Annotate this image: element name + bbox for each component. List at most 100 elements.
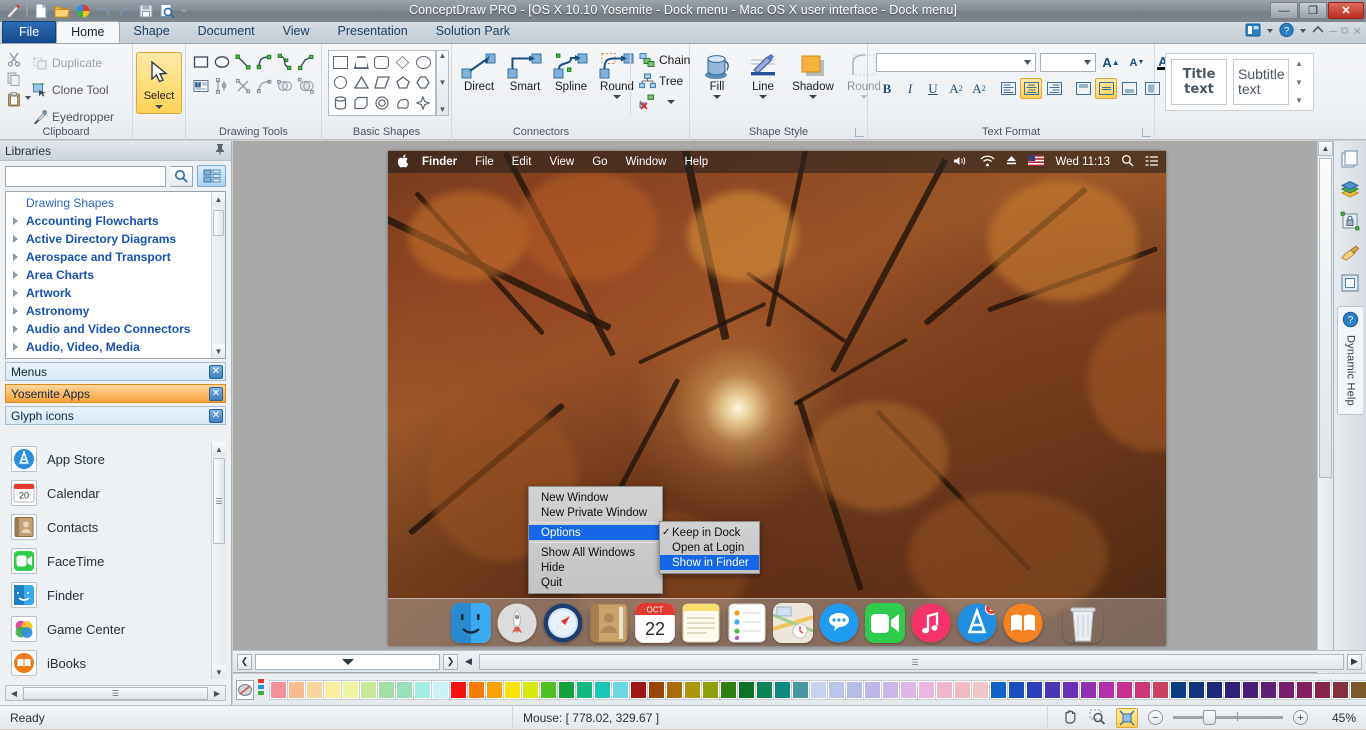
fill-button[interactable]: Fill — [698, 51, 736, 99]
menu-item-new-private-window[interactable]: New Private Window — [529, 505, 662, 520]
close-icon[interactable]: ✕ — [209, 365, 223, 379]
tree-item-accounting-flowcharts[interactable]: Accounting Flowcharts — [6, 212, 211, 230]
prev-page-icon[interactable]: ❮ — [237, 654, 252, 670]
canvas-vertical-scrollbar[interactable]: ▲ ▼ — [1317, 141, 1333, 689]
color-swatch[interactable] — [1224, 681, 1241, 699]
page-scroll-right-icon[interactable]: ▶ — [1347, 654, 1362, 670]
color-swatch[interactable] — [630, 681, 647, 699]
open-folder-icon[interactable] — [53, 2, 71, 20]
ribbon-tab-strip[interactable]: File Home Shape Document View Presentati… — [0, 22, 1366, 44]
page-tab-bar[interactable]: ❮ ❯ ◀ ☰ ▶ — [233, 650, 1366, 672]
mac-menu-bar[interactable]: Finder File Edit View Go Window Help — [388, 151, 1166, 173]
color-swatch[interactable] — [522, 681, 539, 699]
color-swatch[interactable] — [684, 681, 701, 699]
shape-cylinder[interactable] — [331, 94, 351, 113]
text-tool-icon[interactable]: T — [192, 77, 208, 93]
dock-maps-icon[interactable] — [773, 603, 813, 643]
libraries-tree[interactable]: Drawing Shapes Accounting Flowcharts Act… — [5, 191, 226, 359]
color-swatch[interactable] — [666, 681, 683, 699]
shape-list-scrollbar[interactable]: ▲ ☰ ▼ — [211, 442, 226, 679]
color-swatch[interactable] — [468, 681, 485, 699]
color-swatch[interactable] — [1242, 681, 1259, 699]
valign-bottom-icon[interactable] — [1118, 78, 1140, 99]
shadow-dropdown-icon[interactable] — [809, 95, 817, 99]
color-swatch[interactable] — [1278, 681, 1295, 699]
libraries-tree-scrollbar[interactable]: ▲ ▼ — [211, 192, 225, 358]
page-horizontal-scroll[interactable]: ☰ — [479, 654, 1344, 670]
color-swatch[interactable] — [792, 681, 809, 699]
submenu-item-open-at-login[interactable]: Open at Login — [660, 540, 759, 555]
color-swatch[interactable] — [396, 681, 413, 699]
search-button[interactable] — [170, 166, 193, 187]
color-swatch[interactable] — [1296, 681, 1313, 699]
dock-options-submenu[interactable]: ✓ Keep in Dock Open at Login Show in Fin… — [659, 521, 760, 574]
qat-dropdown-icon[interactable] — [179, 2, 189, 20]
color-swatch[interactable] — [1188, 681, 1205, 699]
doc-minimize-icon[interactable]: ─ — [1329, 26, 1337, 38]
color-swatch[interactable] — [900, 681, 917, 699]
tree-item-aerospace-and-transport[interactable]: Aerospace and Transport — [6, 248, 211, 266]
dock-ibooks-icon[interactable] — [1003, 603, 1043, 643]
collapse-ribbon-icon[interactable] — [1311, 23, 1325, 40]
connector-round-dropdown-icon[interactable] — [613, 95, 621, 99]
point-edit-icon[interactable] — [213, 77, 229, 93]
color-swatch[interactable] — [1062, 681, 1079, 699]
mac-menu-status-area[interactable]: Wed 11:13 — [953, 154, 1158, 170]
connector-spline-button[interactable]: Spline — [550, 51, 592, 99]
mac-menu-app-name[interactable]: Finder — [416, 156, 466, 168]
list-item[interactable]: Game Center — [5, 612, 226, 646]
color-swatch[interactable] — [414, 681, 431, 699]
font-size-dropdown-icon[interactable] — [1083, 56, 1092, 70]
color-swatch[interactable] — [1008, 681, 1025, 699]
shape-cloud-tab[interactable] — [393, 94, 413, 113]
mac-menu-clock[interactable]: Wed 11:13 — [1055, 156, 1110, 168]
fragment-icon[interactable] — [297, 77, 313, 93]
mac-menu-go[interactable]: Go — [583, 156, 616, 168]
dock-notes-icon[interactable] — [681, 603, 721, 643]
mac-menu-edit[interactable]: Edit — [503, 156, 541, 168]
arc-tool-icon[interactable] — [255, 53, 271, 69]
volume-icon[interactable] — [953, 155, 969, 170]
color-swatch[interactable] — [486, 681, 503, 699]
tree-item-audit-flowcharts[interactable]: Audit Flowcharts — [6, 356, 211, 359]
ribbon-tab-right-tools[interactable]: ? ─ ⧉ ✕ — [1245, 22, 1362, 41]
color-swatch[interactable] — [936, 681, 953, 699]
canvas-vscroll-thumb[interactable] — [1319, 158, 1332, 478]
drawing-tools-row-1[interactable] — [192, 53, 313, 69]
align-right-icon[interactable] — [1043, 78, 1065, 99]
color-swatch[interactable] — [738, 681, 755, 699]
chain-button[interactable]: Chain — [639, 52, 690, 68]
library-chip-menus[interactable]: Menus ✕ — [5, 362, 226, 381]
zoom-region-icon[interactable] — [1089, 708, 1106, 728]
dock-itunes-icon[interactable] — [911, 603, 951, 643]
tree-button[interactable]: Tree — [639, 73, 690, 89]
shape-concentric-circle[interactable] — [372, 94, 392, 113]
tree-item-audio-and-video-connectors[interactable]: Audio and Video Connectors — [6, 320, 211, 338]
menu-item-hide[interactable]: Hide — [529, 560, 662, 575]
list-item[interactable]: Finder — [5, 578, 226, 612]
list-item[interactable]: 20 Calendar — [5, 476, 226, 510]
tab-shape[interactable]: Shape — [120, 21, 184, 43]
doc-restore-icon[interactable]: ⧉ — [1341, 25, 1349, 38]
shapes-gallery-scroll[interactable]: ▲ ▼ ▼ — [436, 50, 449, 116]
next-page-icon[interactable]: ❯ — [443, 654, 458, 670]
clone-tool-button[interactable]: Clone Tool — [32, 78, 114, 102]
zoom-slider-thumb[interactable] — [1203, 710, 1216, 725]
copy-icon[interactable] — [6, 71, 22, 87]
select-tool-button[interactable]: Select — [136, 52, 182, 114]
help-question-icon[interactable]: ? — [1278, 22, 1295, 41]
color-swatch[interactable] — [1026, 681, 1043, 699]
pages-panel-icon[interactable] — [1340, 149, 1360, 169]
tree-item-area-charts[interactable]: Area Charts — [6, 266, 211, 284]
subscript-icon[interactable]: A2 — [968, 78, 990, 99]
mac-menu-help[interactable]: Help — [675, 156, 717, 168]
color-swatch[interactable] — [306, 681, 323, 699]
dynamic-help-tab[interactable]: ? Dynamic Help — [1337, 306, 1363, 415]
fill-dropdown-icon[interactable] — [713, 95, 721, 99]
gallery-expand-icon[interactable]: ▼ — [439, 106, 447, 114]
styles-scroll-up-icon[interactable]: ▲ — [1295, 59, 1308, 68]
line-dropdown-icon[interactable] — [759, 95, 767, 99]
font-name-combobox[interactable] — [876, 53, 1036, 72]
page-split-handle-icon[interactable]: ◀ — [461, 654, 476, 670]
pen-icon[interactable] — [4, 2, 22, 20]
